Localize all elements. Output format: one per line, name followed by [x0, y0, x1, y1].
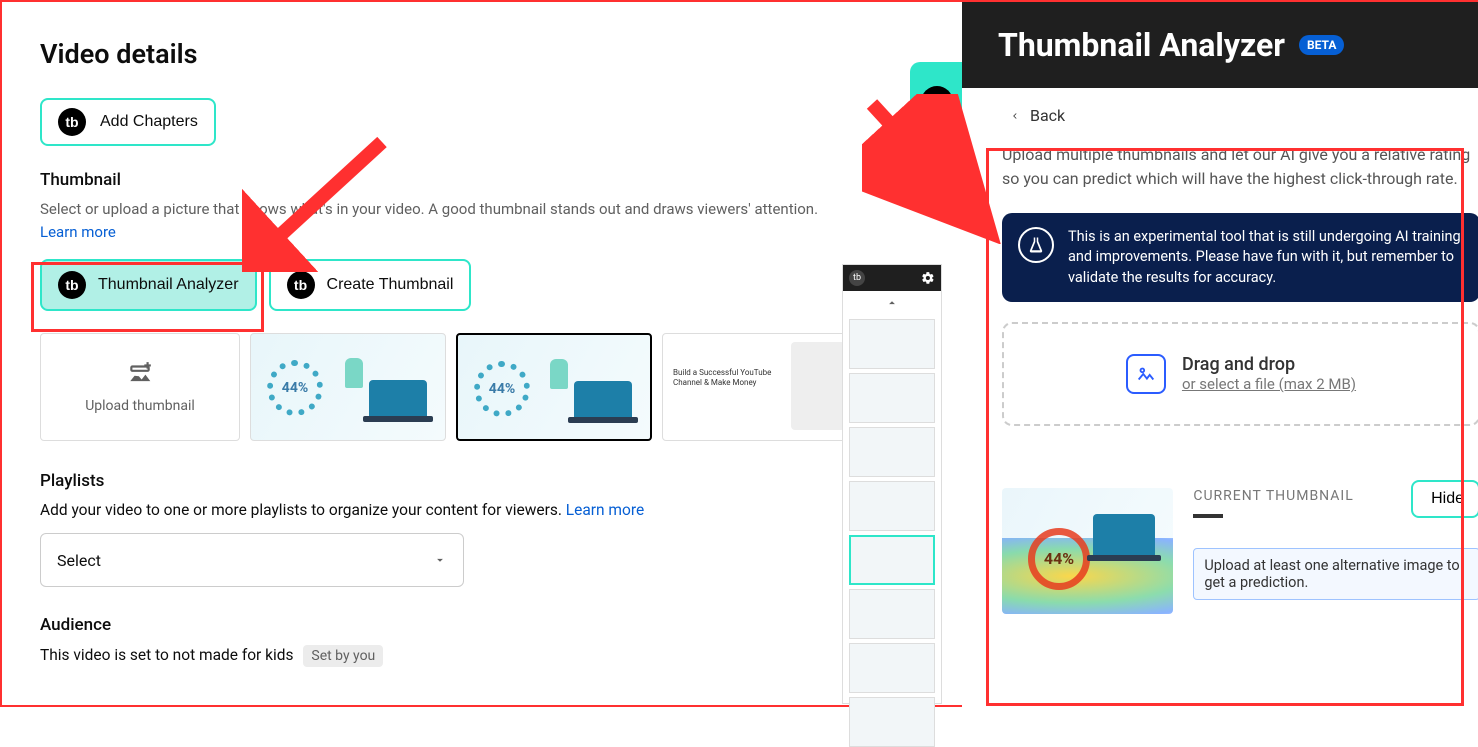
experimental-notice: This is an experimental tool that is sti…	[1002, 213, 1478, 302]
playlists-section: Playlists Add your video to one or more …	[40, 471, 924, 587]
thumbnail-strip-panel: tb	[842, 264, 942, 704]
image-icon	[1126, 354, 1166, 394]
thumbnail-option-3[interactable]: Build a Successful YouTubeChannel & Make…	[662, 333, 858, 441]
tubebuddy-icon: tb	[287, 271, 315, 299]
strip-thumb[interactable]	[849, 589, 935, 639]
image-add-icon	[127, 360, 153, 386]
annotation-arrow-left	[242, 132, 402, 272]
heatmap-preview: 44%	[1002, 488, 1173, 614]
strip-thumb[interactable]	[849, 697, 935, 747]
page-title: Video details	[40, 38, 924, 70]
analyzer-description: Upload multiple thumbnails and let our A…	[1002, 143, 1478, 191]
upload-warning: Upload at least one alternative image to…	[1193, 548, 1478, 600]
add-chapters-label: Add Chapters	[100, 113, 198, 131]
strip-thumb-selected[interactable]	[849, 535, 935, 585]
analyzer-label: Thumbnail Analyzer	[98, 276, 239, 294]
gear-icon[interactable]	[921, 271, 935, 285]
audience-note: This video is set to not made for kids	[40, 646, 294, 664]
thumbnail-option-2-selected[interactable]: 44%	[456, 333, 652, 441]
tubebuddy-icon: tb	[58, 271, 86, 299]
hide-button[interactable]: Hide	[1411, 480, 1478, 518]
set-by-badge: Set by you	[303, 645, 383, 667]
back-label: Back	[1030, 106, 1065, 125]
flask-icon	[1018, 227, 1054, 263]
playlists-learn-more-link[interactable]: Learn more	[566, 501, 644, 519]
thumbnail-help-text: Select or upload a picture that shows wh…	[40, 200, 924, 218]
thumbnail-options-row: Upload thumbnail 44% 44% Build a Success…	[40, 333, 924, 441]
strip-thumb[interactable]	[849, 481, 935, 531]
chevron-down-icon	[433, 553, 447, 567]
playlist-select[interactable]: Select	[40, 533, 464, 587]
upload-thumbnail-tile[interactable]: Upload thumbnail	[40, 333, 240, 441]
thumbnail-section-title: Thumbnail	[40, 170, 924, 190]
strip-header: tb	[843, 265, 941, 291]
chevron-left-icon	[1010, 109, 1020, 123]
chevron-up-icon	[885, 296, 899, 310]
add-chapters-button[interactable]: tb Add Chapters	[40, 98, 216, 146]
upload-label: Upload thumbnail	[85, 398, 195, 414]
strip-thumb[interactable]	[849, 373, 935, 423]
heat-percent: 44%	[1028, 528, 1090, 590]
tubebuddy-icon: tb	[58, 108, 86, 136]
current-thumbnail-card: 44% CURRENT THUMBNAIL Upload at least on…	[1002, 442, 1478, 614]
notice-text: This is an experimental tool that is sti…	[1068, 227, 1464, 288]
drop-title: Drag and drop	[1182, 354, 1356, 375]
drop-subtitle: or select a file (max 2 MB)	[1182, 375, 1356, 393]
annotation-arrow-right	[862, 94, 1002, 244]
strip-thumb[interactable]	[849, 319, 935, 369]
tubebuddy-icon: tb	[849, 270, 865, 286]
thumbnail-analyzer-button[interactable]: tb Thumbnail Analyzer	[40, 259, 257, 311]
thumbnail-option-1[interactable]: 44%	[250, 333, 446, 441]
percent-ring: 44%	[474, 361, 530, 417]
strip-thumb[interactable]	[849, 643, 935, 693]
playlists-help: Add your video to one or more playlists …	[40, 501, 924, 519]
audience-section: Audience This video is set to not made f…	[40, 615, 924, 667]
thumbnail-learn-more-link[interactable]: Learn more	[40, 223, 116, 241]
percent-ring: 44%	[267, 360, 323, 416]
thumbnail-analyzer-panel: Thumbnail Analyzer BETA Back Upload mult…	[962, 2, 1478, 709]
score-placeholder	[1193, 514, 1223, 518]
strip-thumb[interactable]	[849, 427, 935, 477]
video-details-panel: Video details tb Add Chapters Thumbnail …	[2, 2, 962, 709]
drop-zone[interactable]: Drag and drop or select a file (max 2 MB…	[1002, 322, 1478, 426]
create-label: Create Thumbnail	[327, 276, 454, 294]
analyzer-title: Thumbnail Analyzer	[998, 26, 1285, 64]
audience-title: Audience	[40, 615, 924, 635]
select-value: Select	[57, 551, 101, 570]
playlists-title: Playlists	[40, 471, 924, 491]
analyzer-header: Thumbnail Analyzer BETA	[962, 2, 1478, 88]
back-button[interactable]: Back	[1002, 106, 1478, 125]
beta-badge: BETA	[1299, 35, 1344, 55]
strip-collapse[interactable]	[843, 291, 941, 315]
